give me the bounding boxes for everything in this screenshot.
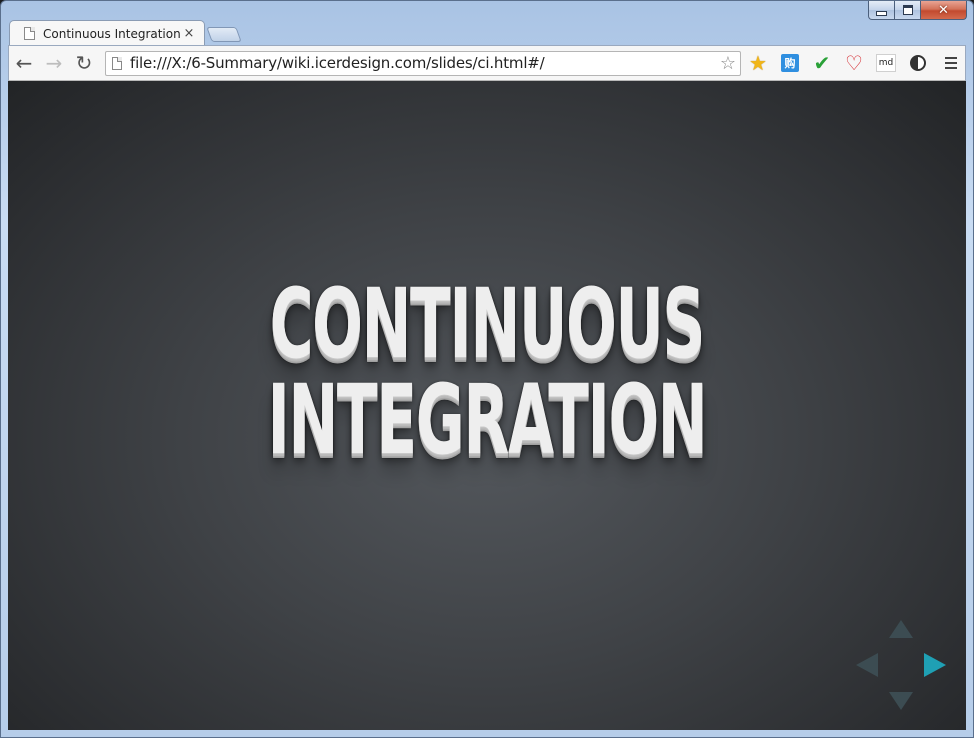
check-extension-button[interactable]: ✔: [807, 49, 837, 77]
tab-strip: Continuous Integration ×: [9, 19, 242, 46]
bookmark-star-icon[interactable]: ☆: [720, 53, 736, 74]
new-tab-button[interactable]: [206, 27, 242, 42]
markdown-icon: md: [876, 54, 896, 72]
page-icon: [24, 27, 35, 40]
browser-window: ✕ Continuous Integration × ← → ↻ file://…: [0, 0, 974, 738]
slide-title-line-1: CONTINUOUS: [269, 268, 706, 380]
browser-toolbar: ← → ↻ file:///X:/6-Summary/wiki.icerdesi…: [8, 45, 966, 81]
tab-continuous-integration[interactable]: Continuous Integration ×: [9, 20, 205, 46]
slide-navigation-controls: [856, 620, 946, 710]
heart-extension-button[interactable]: ♡: [839, 49, 869, 77]
minimize-icon: [876, 10, 887, 16]
slide-title: CONTINUOUS INTEGRATION: [190, 276, 784, 468]
url-text[interactable]: file:///X:/6-Summary/wiki.icerdesign.com…: [130, 54, 720, 72]
reload-icon: ↻: [75, 51, 93, 75]
hamburger-line: [945, 57, 957, 59]
shopping-icon: 购: [781, 54, 799, 72]
navigate-down-arrow-icon[interactable]: [889, 692, 913, 710]
close-window-button[interactable]: ✕: [921, 1, 967, 20]
back-button[interactable]: ←: [9, 49, 39, 77]
minimize-button[interactable]: [868, 1, 895, 20]
browser-menu-button[interactable]: [937, 49, 965, 77]
slide-title-line-2: INTEGRATION: [267, 364, 708, 476]
forward-arrow-icon: →: [45, 51, 63, 75]
maximize-icon: [902, 5, 913, 15]
navigate-left-arrow-icon[interactable]: [856, 653, 878, 677]
navigate-up-arrow-icon[interactable]: [889, 620, 913, 638]
hamburger-line: [945, 62, 957, 64]
markdown-extension-button[interactable]: md: [871, 49, 901, 77]
file-page-icon: [112, 56, 122, 70]
address-bar[interactable]: file:///X:/6-Summary/wiki.icerdesign.com…: [105, 50, 741, 76]
contrast-extension-button[interactable]: [903, 49, 933, 77]
maximize-button[interactable]: [895, 1, 921, 20]
tab-close-button[interactable]: ×: [182, 26, 196, 41]
forward-button[interactable]: →: [39, 49, 69, 77]
close-icon: ✕: [938, 2, 949, 18]
hamburger-line: [945, 67, 957, 69]
checkmark-icon: ✔: [813, 51, 831, 75]
reload-button[interactable]: ↻: [69, 49, 99, 77]
window-controls: ✕: [868, 1, 967, 21]
translate-extension-button[interactable]: 购: [775, 49, 805, 77]
contrast-icon: [910, 55, 926, 71]
page-viewport: CONTINUOUS INTEGRATION: [8, 81, 966, 730]
star-extension-button[interactable]: ★: [743, 49, 773, 77]
star-icon: ★: [749, 51, 767, 75]
heart-icon: ♡: [845, 51, 863, 75]
tab-title: Continuous Integration: [43, 26, 181, 41]
navigate-right-arrow-icon[interactable]: [924, 653, 946, 677]
back-arrow-icon: ←: [15, 51, 33, 75]
